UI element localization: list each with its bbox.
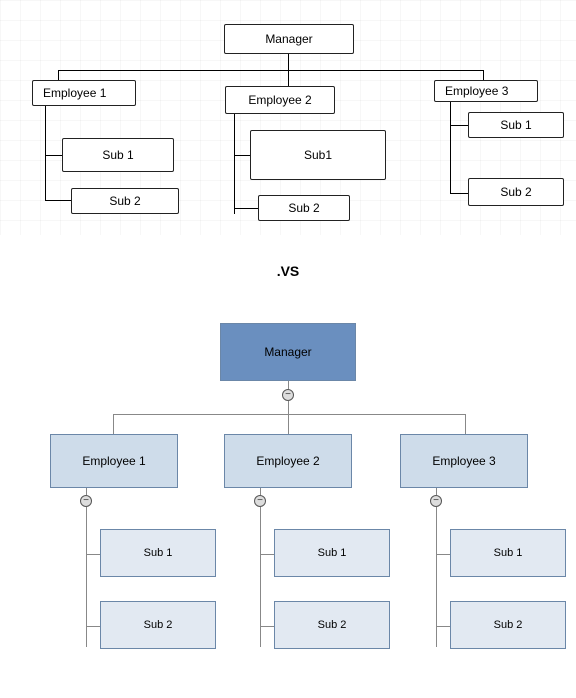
- bottom-emp3-box: Employee 3: [400, 434, 528, 488]
- bottom-emp2-label: Employee 2: [256, 454, 319, 468]
- top-manager-label: Manager: [265, 32, 312, 46]
- top-emp1-sub1-label: Sub 1: [102, 148, 133, 162]
- vs-separator: .VS: [0, 235, 576, 309]
- bottom-emp2-sub1-label: Sub 1: [318, 547, 347, 559]
- bottom-emp2-toggle[interactable]: −: [254, 495, 266, 507]
- bottom-diagram: Manager − Employee 1 − Sub 1 Sub 2 Emplo…: [0, 309, 576, 679]
- bottom-emp1-sub1-label: Sub 1: [144, 547, 173, 559]
- bottom-manager-label: Manager: [264, 345, 311, 359]
- bottom-manager-box: Manager: [220, 323, 356, 381]
- top-emp3-sub1-box: Sub 1: [468, 112, 564, 138]
- top-emp1-box: Employee 1: [32, 80, 136, 106]
- top-manager-box: Manager: [224, 24, 354, 54]
- top-emp2-sub2-label: Sub 2: [288, 201, 319, 215]
- bottom-emp1-box: Employee 1: [50, 434, 178, 488]
- top-emp3-label: Employee 3: [445, 84, 508, 98]
- bottom-emp3-sub2-box: Sub 2: [450, 601, 566, 649]
- bottom-emp2-sub2-box: Sub 2: [274, 601, 390, 649]
- bottom-emp2-sub2-label: Sub 2: [318, 619, 347, 631]
- bottom-manager-toggle[interactable]: −: [282, 389, 294, 401]
- top-emp3-box: Employee 3: [434, 80, 538, 102]
- top-emp2-box: Employee 2: [225, 86, 335, 114]
- top-emp3-sub2-box: Sub 2: [468, 178, 564, 206]
- top-emp1-sub2-box: Sub 2: [71, 188, 179, 214]
- top-emp3-sub1-label: Sub 1: [500, 118, 531, 132]
- bottom-emp3-sub1-label: Sub 1: [494, 547, 523, 559]
- bottom-emp3-sub2-label: Sub 2: [494, 619, 523, 631]
- bottom-emp1-sub2-label: Sub 2: [144, 619, 173, 631]
- top-emp2-sub1-label: Sub1: [304, 148, 332, 162]
- bottom-emp3-toggle[interactable]: −: [430, 495, 442, 507]
- top-emp2-sub1-box: Sub1: [250, 130, 386, 180]
- bottom-emp2-sub1-box: Sub 1: [274, 529, 390, 577]
- bottom-emp1-sub2-box: Sub 2: [100, 601, 216, 649]
- top-emp2-label: Employee 2: [248, 93, 311, 107]
- bottom-emp3-sub1-box: Sub 1: [450, 529, 566, 577]
- bottom-emp1-toggle[interactable]: −: [80, 495, 92, 507]
- bottom-emp2-box: Employee 2: [224, 434, 352, 488]
- top-emp1-label: Employee 1: [43, 86, 106, 100]
- top-diagram: Manager Employee 1 Sub 1 Sub 2 Employee …: [0, 0, 576, 235]
- top-emp1-sub1-box: Sub 1: [62, 138, 174, 172]
- bottom-emp1-sub1-box: Sub 1: [100, 529, 216, 577]
- top-emp2-sub2-box: Sub 2: [258, 195, 350, 221]
- top-emp3-sub2-label: Sub 2: [500, 185, 531, 199]
- bottom-emp1-label: Employee 1: [82, 454, 145, 468]
- top-emp1-sub2-label: Sub 2: [109, 194, 140, 208]
- bottom-emp3-label: Employee 3: [432, 454, 495, 468]
